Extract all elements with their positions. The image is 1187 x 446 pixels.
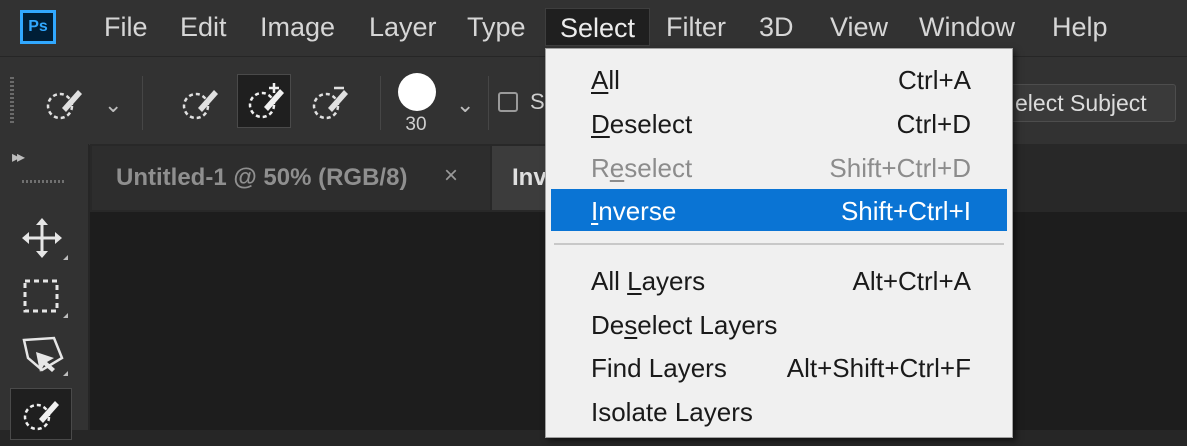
menu-item-all[interactable]: All Ctrl+A	[551, 58, 1007, 100]
menu-edit[interactable]: Edit	[166, 8, 241, 46]
menu-item-shortcut: Ctrl+D	[896, 109, 971, 139]
new-selection-button[interactable]	[172, 76, 226, 130]
rectangular-marquee-button[interactable]	[10, 270, 72, 322]
menu-item-label: Inverse	[591, 196, 677, 226]
menu-separator	[554, 243, 1004, 245]
menu-item-label: Find Layers	[591, 353, 727, 383]
tool-flyout-indicator	[63, 255, 68, 260]
menu-item-shortcut: Ctrl+A	[898, 65, 971, 95]
quick-selection-tool-button[interactable]	[10, 388, 72, 440]
menu-item-label: Deselect	[591, 109, 693, 139]
menu-item-label: All Layers	[591, 266, 706, 296]
divider	[142, 76, 143, 130]
brush-preview-icon[interactable]	[398, 73, 436, 111]
subtract-from-selection-icon	[312, 86, 348, 120]
add-to-selection-icon	[248, 83, 284, 119]
menu-item-shortcut: Shift+Ctrl+I	[840, 196, 971, 226]
tools-panel-grip[interactable]	[22, 180, 66, 183]
collapse-panel-icon[interactable]: ▸▸	[12, 147, 25, 167]
divider	[380, 76, 381, 130]
menu-item-shortcut: Alt+Shift+Ctrl+F	[786, 353, 971, 383]
tool-preset-picker[interactable]	[36, 76, 90, 130]
menu-item-isolate-layers[interactable]: Isolate Layers	[551, 390, 1007, 432]
menu-filter[interactable]: Filter	[652, 8, 740, 46]
tab-untitled-1[interactable]: Untitled-1 @ 50% (RGB/8) ×	[92, 146, 490, 210]
menu-type[interactable]: Type	[453, 8, 540, 46]
menu-layer[interactable]: Layer	[355, 8, 451, 46]
menu-item-label: All	[591, 65, 620, 95]
sample-all-layers-label: S	[530, 89, 545, 114]
object-selection-button[interactable]	[10, 328, 72, 380]
sample-all-layers-checkbox[interactable]	[498, 92, 518, 112]
menu-item-shortcut: Alt+Ctrl+A	[852, 266, 972, 296]
options-bar-grip[interactable]	[10, 77, 14, 125]
menu-item-label: Deselect Layers	[591, 310, 778, 340]
menu-item-label: Isolate Layers	[591, 397, 753, 427]
move-tool-button[interactable]	[10, 212, 72, 264]
brush-size-value: 30	[405, 114, 427, 135]
menu-window[interactable]: Window	[905, 8, 1029, 46]
divider	[488, 76, 489, 130]
photoshop-logo-icon[interactable]: Ps	[20, 10, 56, 44]
add-to-selection-button[interactable]	[237, 74, 291, 128]
menu-item-find-layers[interactable]: Find Layers Alt+Shift+Ctrl+F	[551, 346, 1007, 388]
subtract-from-selection-button[interactable]	[302, 76, 356, 130]
chevron-down-icon[interactable]: ⌄	[104, 92, 122, 118]
tab-inverse-document[interactable]: Inv	[492, 146, 552, 210]
menu-item-reselect: Reselect Shift+Ctrl+D	[551, 146, 1007, 188]
quick-selection-tool-icon	[23, 401, 59, 431]
chevron-down-icon[interactable]: ⌄	[456, 92, 474, 118]
menu-view[interactable]: View	[816, 8, 902, 46]
menu-3d[interactable]: 3D	[745, 8, 808, 46]
select-menu-dropdown: All Ctrl+A Deselect Ctrl+D Reselect Shif…	[545, 48, 1013, 438]
menu-item-shortcut: Shift+Ctrl+D	[829, 153, 971, 183]
tool-flyout-indicator	[63, 371, 68, 376]
menu-select[interactable]: Select	[545, 8, 651, 46]
close-icon[interactable]: ×	[444, 162, 458, 190]
quick-selection-tool-icon	[46, 90, 82, 120]
menu-file[interactable]: File	[90, 8, 162, 46]
menu-image[interactable]: Image	[246, 8, 349, 46]
menu-item-label: Reselect	[591, 153, 693, 183]
menu-item-deselect-layers[interactable]: Deselect Layers	[551, 303, 1007, 345]
tab-label: Inv	[512, 164, 547, 191]
menu-item-all-layers[interactable]: All Layers Alt+Ctrl+A	[551, 259, 1007, 301]
menu-item-inverse[interactable]: Inverse Shift+Ctrl+I	[551, 189, 1007, 231]
menu-item-deselect[interactable]: Deselect Ctrl+D	[551, 102, 1007, 144]
new-selection-icon	[182, 90, 218, 120]
tool-flyout-indicator	[63, 313, 68, 318]
tab-label: Untitled-1 @ 50% (RGB/8)	[116, 164, 408, 191]
menu-help[interactable]: Help	[1038, 8, 1122, 46]
select-subject-button[interactable]: elect Subject	[1000, 84, 1176, 122]
